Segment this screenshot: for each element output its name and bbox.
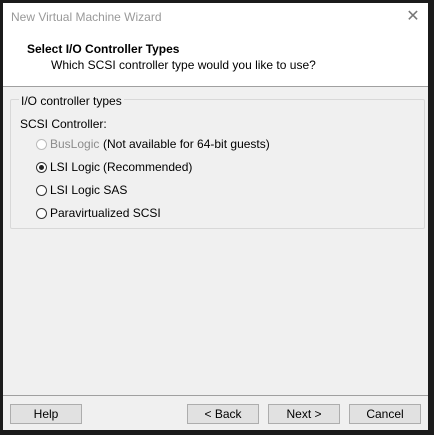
group-legend: I/O controller types xyxy=(19,94,124,108)
help-button[interactable]: Help xyxy=(10,404,82,424)
back-button[interactable]: < Back xyxy=(187,404,259,424)
radio-lsi-logic[interactable]: LSI Logic xyxy=(36,160,100,174)
cancel-button[interactable]: Cancel xyxy=(349,404,421,424)
radio-circle-icon xyxy=(36,207,47,219)
wizard-header: Select I/O Controller Types Which SCSI c… xyxy=(3,33,428,87)
next-button[interactable]: Next > xyxy=(268,404,340,424)
wizard-window: New Virtual Machine Wizard ✕ Select I/O … xyxy=(3,3,428,430)
title-bar: New Virtual Machine Wizard ✕ xyxy=(3,3,428,33)
radio-buslogic[interactable]: BusLogic xyxy=(36,137,99,151)
radio-circle-icon xyxy=(36,184,47,196)
radio-label: LSI Logic xyxy=(50,160,101,174)
radio-label: BusLogic xyxy=(50,137,100,151)
footer-divider xyxy=(3,395,428,396)
radio-paravirtualized-scsi[interactable]: Paravirtualized SCSI xyxy=(36,206,161,220)
page-subtitle: Which SCSI controller type would you lik… xyxy=(51,58,316,72)
page-title: Select I/O Controller Types xyxy=(27,42,180,56)
radio-selected-icon xyxy=(36,161,47,173)
window-title: New Virtual Machine Wizard xyxy=(11,10,162,24)
close-icon[interactable]: ✕ xyxy=(398,3,428,33)
radio-circle-icon xyxy=(36,138,47,150)
lsi-logic-note: (Recommended) xyxy=(103,160,193,174)
radio-lsi-logic-sas[interactable]: LSI Logic SAS xyxy=(36,183,127,197)
radio-label: Paravirtualized SCSI xyxy=(50,206,161,220)
buslogic-note: (Not available for 64-bit guests) xyxy=(103,137,270,151)
radio-label: LSI Logic SAS xyxy=(50,183,128,197)
scsi-controller-label: SCSI Controller: xyxy=(20,117,107,131)
